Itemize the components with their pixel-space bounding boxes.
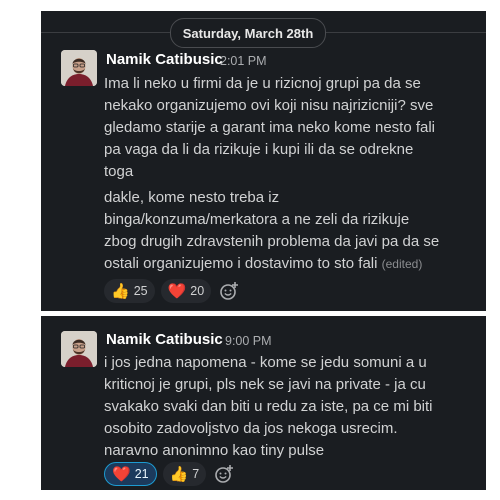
thumbs-up-icon: 👍 <box>169 465 189 483</box>
message-text: Ima li neko u firmi da je u rizicnoj gru… <box>104 75 436 180</box>
reaction-bar: ❤️ 21 👍 7 <box>104 462 236 486</box>
reaction-count: 21 <box>134 467 149 481</box>
edited-label: (edited) <box>381 257 423 271</box>
message-text-2: dakle, kome nesto treba iz binga/konzuma… <box>104 187 484 275</box>
date-divider-label: Saturday, March 28th <box>182 25 314 41</box>
date-divider-pill[interactable]: Saturday, March 28th <box>170 18 326 48</box>
reaction-count: 20 <box>190 284 205 298</box>
add-reaction-button[interactable] <box>217 279 241 303</box>
reaction-heart[interactable]: ❤️ 21 <box>104 462 157 486</box>
reaction-thumbs-up[interactable]: 👍 7 <box>162 462 207 486</box>
reaction-bar: 👍 25 ❤️ 20 <box>104 279 241 303</box>
author-name[interactable]: Namik Catibusic <box>106 331 223 348</box>
add-reaction-icon <box>220 282 239 300</box>
heart-icon: ❤️ <box>167 282 187 300</box>
heart-icon: ❤️ <box>112 465 131 483</box>
reaction-count: 7 <box>192 467 200 481</box>
message-timestamp[interactable]: 2:01 PM <box>220 54 267 68</box>
author-name[interactable]: Namik Catibusic <box>106 51 223 68</box>
add-reaction-icon <box>215 465 234 483</box>
message-text: i jos jedna napomena - kome se jedu somu… <box>104 354 433 459</box>
avatar-image <box>61 50 97 86</box>
avatar[interactable] <box>61 331 97 367</box>
avatar[interactable] <box>61 50 97 86</box>
reaction-heart[interactable]: ❤️ 20 <box>160 279 212 303</box>
add-reaction-button[interactable] <box>212 462 236 486</box>
reaction-thumbs-up[interactable]: 👍 25 <box>104 279 155 303</box>
message-timestamp[interactable]: 9:00 PM <box>225 334 272 348</box>
reaction-count: 25 <box>133 284 148 298</box>
thumbs-up-icon: 👍 <box>111 282 130 300</box>
avatar-image <box>61 331 97 367</box>
